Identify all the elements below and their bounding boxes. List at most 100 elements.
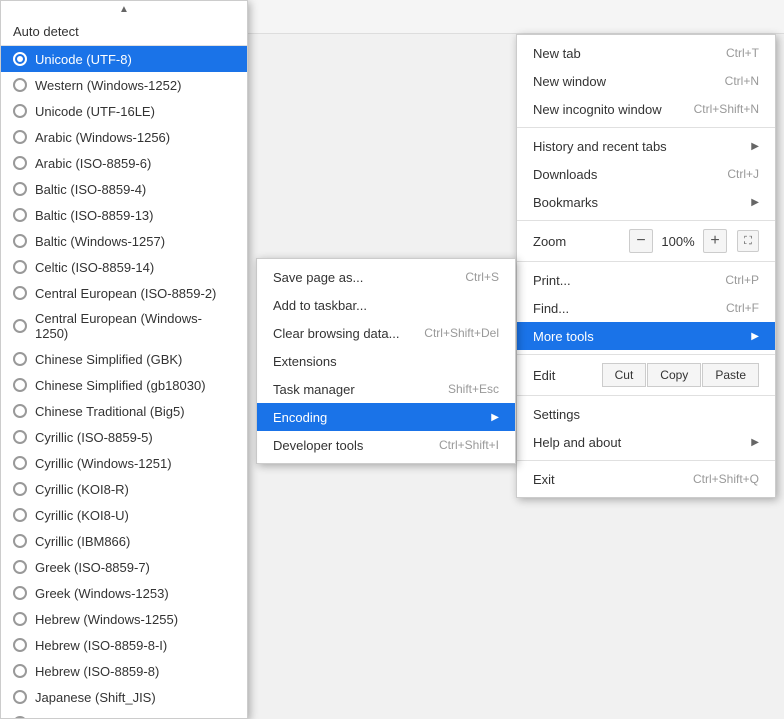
encoding-radio: [13, 286, 27, 300]
copy-button[interactable]: Copy: [647, 363, 701, 387]
encoding-radio: [13, 104, 27, 118]
edit-label: Edit: [533, 368, 602, 383]
more-tools-item[interactable]: Task managerShift+Esc: [257, 375, 515, 403]
menu-divider-1: [517, 127, 775, 128]
edit-row: Edit Cut Copy Paste: [517, 359, 775, 391]
encoding-item[interactable]: Western (Windows-1252): [1, 72, 247, 98]
encoding-item[interactable]: Greek (ISO-8859-7): [1, 554, 247, 580]
find-menu-item[interactable]: Find... Ctrl+F: [517, 294, 775, 322]
more-tools-item[interactable]: Extensions: [257, 347, 515, 375]
fullscreen-button[interactable]: ⛶: [737, 230, 759, 252]
encoding-item[interactable]: Baltic (Windows-1257): [1, 228, 247, 254]
downloads-menu-item[interactable]: Downloads Ctrl+J: [517, 160, 775, 188]
encoding-item[interactable]: Cyrillic (KOI8-R): [1, 476, 247, 502]
encoding-item[interactable]: Arabic (ISO-8859-6): [1, 150, 247, 176]
encoding-item-label: Greek (Windows-1253): [35, 586, 169, 601]
encoding-item-label: Chinese Simplified (GBK): [35, 352, 182, 367]
print-shortcut: Ctrl+P: [725, 273, 759, 287]
encoding-item[interactable]: Unicode (UTF-8): [1, 46, 247, 72]
encoding-item[interactable]: Central European (Windows-1250): [1, 306, 247, 346]
encoding-item[interactable]: Hebrew (Windows-1255): [1, 606, 247, 632]
more-tools-item[interactable]: Save page as...Ctrl+S: [257, 263, 515, 291]
new-tab-menu-item[interactable]: New windowCtrl+N: [517, 67, 775, 95]
encoding-radio: [13, 430, 27, 444]
encoding-item-label: Hebrew (ISO-8859-8-I): [35, 638, 167, 653]
encoding-radio: [13, 182, 27, 196]
more-tools-item[interactable]: Clear browsing data...Ctrl+Shift+Del: [257, 319, 515, 347]
exit-menu-item[interactable]: Exit Ctrl+Shift+Q: [517, 465, 775, 493]
encoding-item[interactable]: Hebrew (ISO-8859-8): [1, 658, 247, 684]
more-tools-item[interactable]: Developer toolsCtrl+Shift+I: [257, 431, 515, 459]
history-menu-item[interactable]: History and recent tabs ▶: [517, 132, 775, 160]
encoding-item[interactable]: Cyrillic (KOI8-U): [1, 502, 247, 528]
encoding-item-label: Chinese Simplified (gb18030): [35, 378, 206, 393]
encoding-item-label: Cyrillic (KOI8-R): [35, 482, 129, 497]
chrome-context-menu: New tabCtrl+TNew windowCtrl+NNew incogni…: [516, 34, 776, 498]
submenu-arrow: ▶: [491, 412, 499, 423]
encoding-radio: [13, 560, 27, 574]
menu-item-label: New tab: [533, 46, 581, 61]
menu-divider-6: [517, 460, 775, 461]
encoding-item-label: Western (Windows-1252): [35, 78, 181, 93]
new-tab-menu-item[interactable]: New tabCtrl+T: [517, 39, 775, 67]
zoom-plus-button[interactable]: +: [703, 229, 727, 253]
encoding-item[interactable]: Japanese (Shift_JIS): [1, 684, 247, 710]
new-tab-menu-item[interactable]: New incognito windowCtrl+Shift+N: [517, 95, 775, 123]
menu-divider-4: [517, 354, 775, 355]
more-tools-item[interactable]: Encoding ▶: [257, 403, 515, 431]
encoding-item-label: Central European (Windows-1250): [35, 311, 235, 341]
more-tools-item-label: Task manager: [273, 382, 355, 397]
encoding-item[interactable]: Cyrillic (IBM866): [1, 528, 247, 554]
encoding-item[interactable]: Chinese Traditional (Big5): [1, 398, 247, 424]
history-label: History and recent tabs: [533, 139, 667, 154]
encoding-item[interactable]: Central European (ISO-8859-2): [1, 280, 247, 306]
zoom-minus-button[interactable]: −: [629, 229, 653, 253]
more-tools-item[interactable]: Add to taskbar...: [257, 291, 515, 319]
encoding-radio: [13, 534, 27, 548]
menu-divider-2: [517, 220, 775, 221]
cut-button[interactable]: Cut: [602, 363, 647, 387]
settings-menu-item[interactable]: Settings: [517, 400, 775, 428]
encoding-radio: [13, 404, 27, 418]
more-tools-label: More tools: [533, 329, 594, 344]
encoding-item[interactable]: Baltic (ISO-8859-13): [1, 202, 247, 228]
encoding-item[interactable]: Japanese (EUC-JP): [1, 710, 247, 719]
encoding-radio: [13, 319, 27, 333]
more-tools-submenu: Save page as...Ctrl+S Add to taskbar... Cl…: [256, 258, 516, 464]
encoding-item-label: Central European (ISO-8859-2): [35, 286, 216, 301]
encoding-item-label: Arabic (Windows-1256): [35, 130, 170, 145]
encoding-item[interactable]: Greek (Windows-1253): [1, 580, 247, 606]
encoding-item[interactable]: Unicode (UTF-16LE): [1, 98, 247, 124]
encoding-radio: [13, 664, 27, 678]
more-tools-menu-item[interactable]: More tools ▶: [517, 322, 775, 350]
paste-button[interactable]: Paste: [702, 363, 759, 387]
encoding-radio: [13, 508, 27, 522]
help-label: Help and about: [533, 435, 621, 450]
encoding-item[interactable]: Chinese Simplified (gb18030): [1, 372, 247, 398]
encoding-radio: [13, 352, 27, 366]
encoding-item[interactable]: Chinese Simplified (GBK): [1, 346, 247, 372]
encoding-auto-detect[interactable]: Auto detect: [1, 18, 247, 46]
encoding-item[interactable]: Arabic (Windows-1256): [1, 124, 247, 150]
encoding-item[interactable]: Cyrillic (ISO-8859-5): [1, 424, 247, 450]
encoding-item[interactable]: Celtic (ISO-8859-14): [1, 254, 247, 280]
encoding-item[interactable]: Cyrillic (Windows-1251): [1, 450, 247, 476]
scroll-up-arrow[interactable]: ▲: [1, 1, 247, 18]
encoding-item-label: Celtic (ISO-8859-14): [35, 260, 154, 275]
encoding-radio: [13, 456, 27, 470]
encoding-item[interactable]: Hebrew (ISO-8859-8-I): [1, 632, 247, 658]
more-tools-item-label: Encoding: [273, 410, 327, 425]
more-tools-item-label: Add to taskbar...: [273, 298, 367, 313]
print-menu-item[interactable]: Print... Ctrl+P: [517, 266, 775, 294]
encoding-item[interactable]: Baltic (ISO-8859-4): [1, 176, 247, 202]
encoding-radio: [13, 130, 27, 144]
encoding-radio: [13, 638, 27, 652]
zoom-label: Zoom: [533, 234, 629, 249]
encoding-item-label: Chinese Traditional (Big5): [35, 404, 185, 419]
encoding-radio: [13, 234, 27, 248]
bookmarks-menu-item[interactable]: Bookmarks ▶: [517, 188, 775, 216]
exit-label: Exit: [533, 472, 555, 487]
help-menu-item[interactable]: Help and about ▶: [517, 428, 775, 456]
encoding-radio: [13, 586, 27, 600]
menu-divider-5: [517, 395, 775, 396]
